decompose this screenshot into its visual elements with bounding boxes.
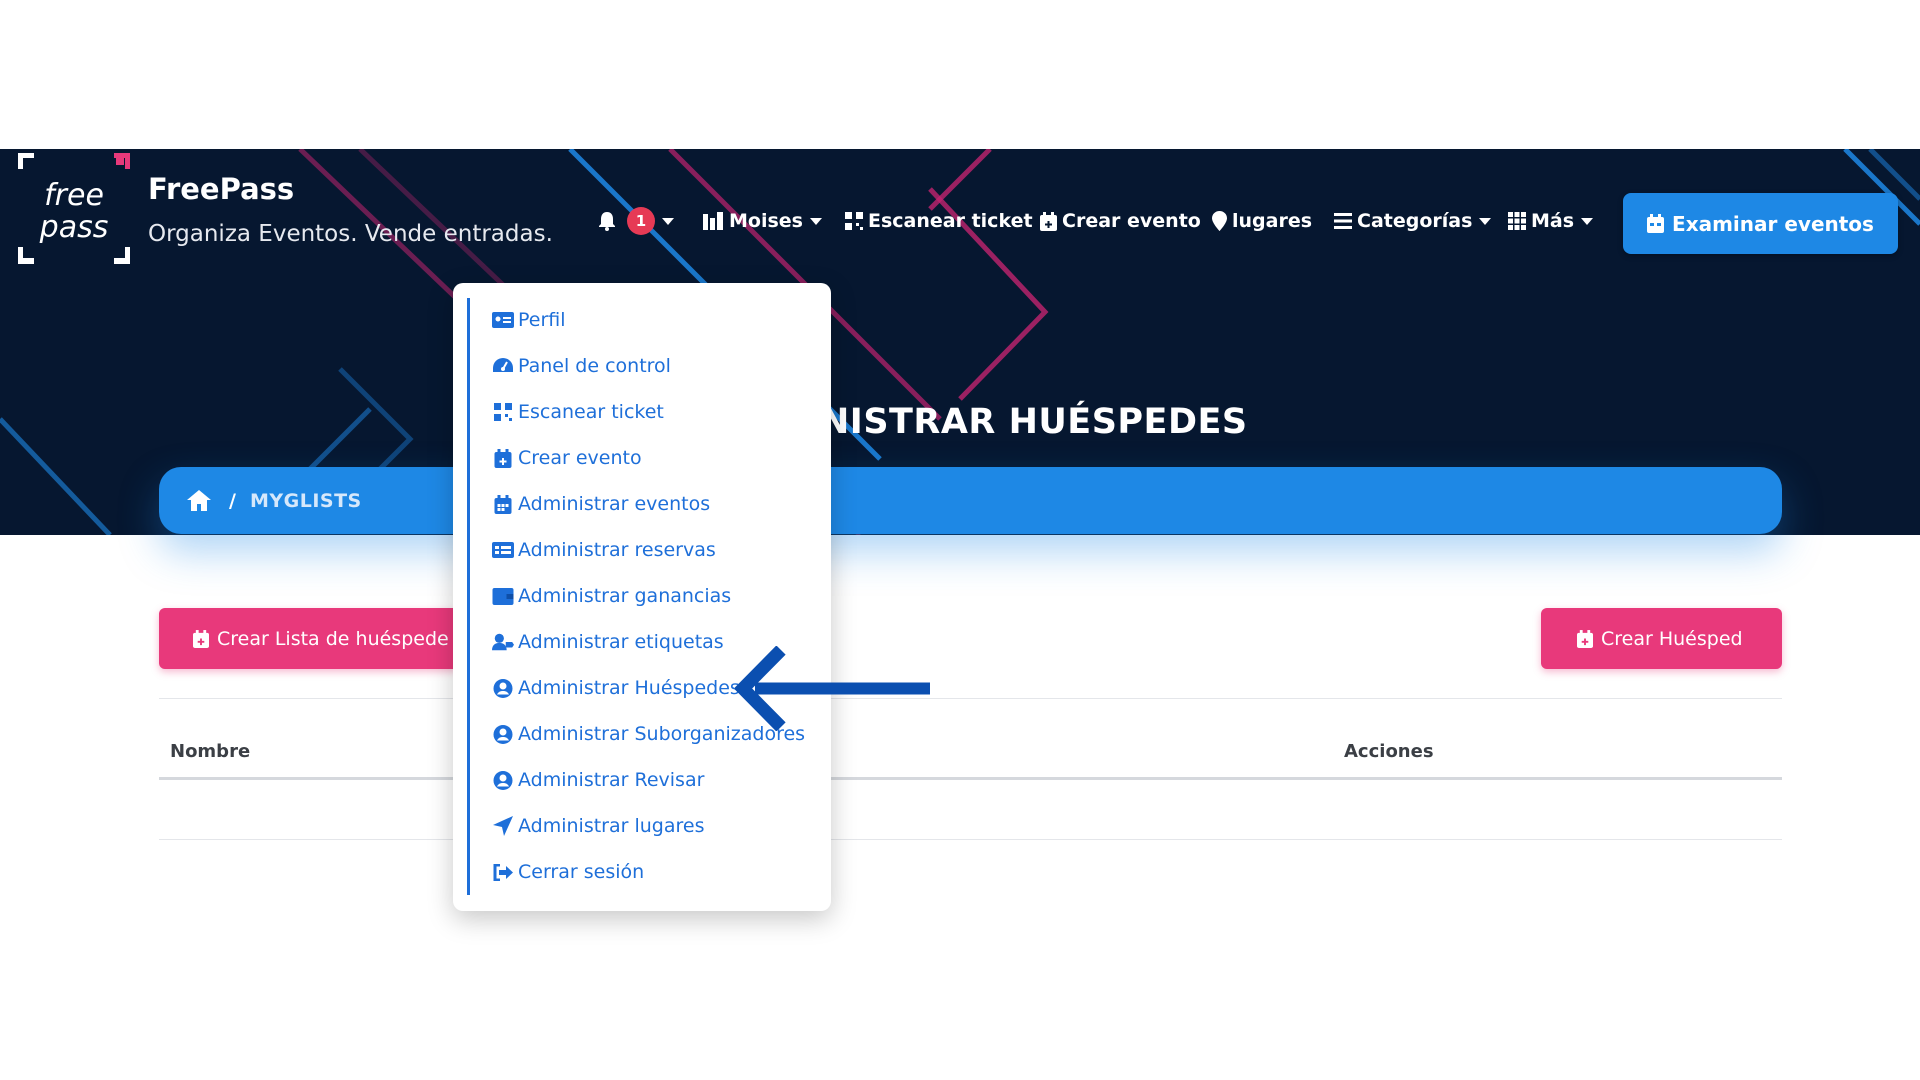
chevron-down-icon — [1479, 217, 1492, 225]
logo-text-pass: pass — [39, 210, 109, 245]
dropdown-accent-rail — [467, 298, 470, 895]
user-circle-icon — [493, 724, 513, 744]
menu-item-create-event[interactable]: Crear evento — [492, 443, 642, 473]
menu-item-manage-tags[interactable]: Administrar etiquetas — [492, 627, 724, 657]
list-card-icon — [492, 542, 514, 558]
map-pin-icon — [1212, 211, 1227, 231]
create-guest-label: Crear Huésped — [1601, 627, 1743, 650]
chevron-down-icon — [1581, 217, 1594, 225]
menu-item-label: Perfil — [518, 309, 566, 331]
user-dropdown-menu: Perfil Panel de control Escanear ticket … — [453, 283, 831, 911]
brand-tagline: Organiza Eventos. Vende entradas. — [148, 221, 553, 247]
menu-item-label: Administrar ganancias — [518, 585, 732, 607]
table-header-divider — [159, 777, 1782, 780]
menu-item-label: Escanear ticket — [518, 401, 664, 423]
menu-item-manage-bookings[interactable]: Administrar reservas — [492, 535, 716, 565]
table-top-divider — [159, 698, 1782, 699]
menu-item-logout[interactable]: Cerrar sesión — [492, 857, 644, 887]
calendar-icon — [494, 494, 512, 514]
breadcrumb-separator: / — [229, 489, 236, 512]
menu-item-label: Panel de control — [518, 355, 671, 377]
id-card-icon — [492, 312, 514, 328]
nav-venues[interactable]: lugares — [1212, 206, 1312, 236]
column-header-actions: Acciones — [1344, 741, 1434, 762]
list-icon — [1334, 213, 1352, 229]
breadcrumb: / MYGLISTS — [159, 467, 1782, 534]
menu-item-label: Administrar reservas — [518, 539, 716, 561]
brand-name[interactable]: FreePass — [148, 172, 294, 206]
user-menu[interactable]: Moises — [702, 206, 822, 236]
menu-item-label: Administrar lugares — [518, 815, 705, 837]
nav-scan-ticket-label: Escanear ticket — [868, 210, 1033, 232]
user-circle-icon — [493, 678, 513, 698]
qrcode-icon — [494, 403, 512, 421]
column-header-name: Nombre — [170, 741, 251, 762]
calendar-plus-icon — [494, 448, 512, 468]
annotation-arrow-icon — [735, 646, 930, 731]
menu-item-label: Administrar etiquetas — [518, 631, 724, 653]
page-title: NISTRAR HUÉSPEDES — [820, 402, 1248, 442]
create-guest-list-button[interactable]: Crear Lista de huéspede — [159, 608, 459, 669]
bell-icon — [599, 212, 615, 231]
notification-count-badge: 1 — [627, 207, 655, 235]
nav-categories[interactable]: Categorías — [1334, 206, 1492, 236]
create-guest-list-label: Crear Lista de huéspede — [217, 627, 449, 650]
calendar-icon — [1647, 214, 1665, 233]
user-circle-icon — [493, 770, 513, 790]
table-row-divider — [159, 839, 1782, 840]
menu-item-dashboard[interactable]: Panel de control — [492, 351, 671, 381]
calendar-plus-icon — [193, 629, 209, 648]
user-menu-label: Moises — [729, 210, 803, 232]
calendar-plus-icon — [1040, 211, 1057, 231]
user-tag-icon — [492, 633, 514, 651]
chevron-down-icon — [809, 217, 822, 225]
nav-scan-ticket[interactable]: Escanear ticket — [845, 206, 1033, 236]
menu-item-label: Administrar Huéspedes — [518, 677, 740, 699]
location-arrow-icon — [493, 816, 513, 836]
menu-item-label: Administrar eventos — [518, 493, 711, 515]
breadcrumb-current: MYGLISTS — [249, 489, 362, 512]
menu-item-manage-reviewers[interactable]: Administrar Revisar — [492, 765, 704, 795]
nav-venues-label: lugares — [1232, 210, 1313, 232]
nav-categories-label: Categorías — [1357, 210, 1473, 232]
menu-item-scan-ticket[interactable]: Escanear ticket — [492, 397, 664, 427]
menu-item-profile[interactable]: Perfil — [492, 305, 566, 335]
dashboard-gauge-icon — [493, 358, 513, 372]
notifications-menu[interactable]: 1 — [598, 206, 674, 236]
browse-events-label: Examinar eventos — [1672, 211, 1874, 236]
create-guest-button[interactable]: Crear Huésped — [1541, 608, 1782, 669]
menu-item-label: Crear evento — [518, 447, 642, 469]
wallet-icon — [492, 587, 514, 605]
sign-out-icon — [493, 863, 513, 881]
menu-item-manage-guests[interactable]: Administrar Huéspedes — [492, 673, 740, 703]
nav-more[interactable]: Más — [1508, 206, 1594, 236]
nav-create-event-label: Crear evento — [1062, 210, 1201, 232]
menu-item-label: Administrar Revisar — [518, 769, 705, 791]
menu-item-manage-events[interactable]: Administrar eventos — [492, 489, 710, 519]
calendar-plus-icon — [1577, 629, 1593, 648]
logo-text-free: free — [44, 178, 104, 213]
menu-item-label: Cerrar sesión — [518, 861, 645, 883]
nav-more-label: Más — [1531, 210, 1575, 232]
qrcode-icon — [845, 212, 863, 230]
chevron-down-icon — [662, 217, 674, 225]
grid-icon — [1508, 212, 1526, 230]
home-icon[interactable] — [187, 490, 211, 511]
menu-item-manage-venues[interactable]: Administrar lugares — [492, 811, 705, 841]
page: free pass FreePass Organiza Eventos. Ven… — [0, 0, 1920, 1080]
nav-create-event[interactable]: Crear evento — [1040, 206, 1201, 236]
user-dashboard-icon — [703, 212, 723, 230]
freepass-logo[interactable]: free pass — [18, 153, 130, 265]
menu-item-manage-earnings[interactable]: Administrar ganancias — [492, 581, 731, 611]
browse-events-button[interactable]: Examinar eventos — [1623, 193, 1898, 254]
